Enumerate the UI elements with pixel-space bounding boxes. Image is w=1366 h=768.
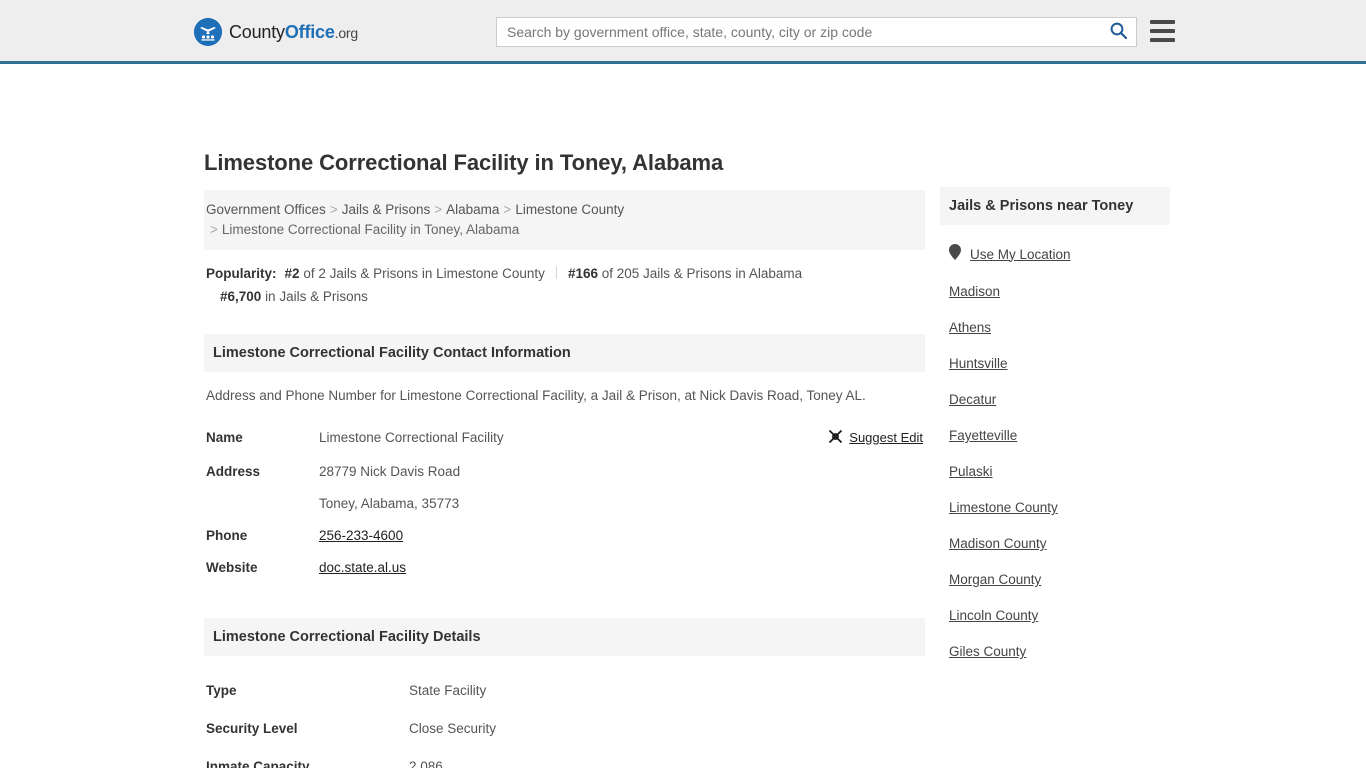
popularity-rank-text: of 2 Jails & Prisons in Limestone County — [303, 266, 545, 281]
breadcrumb-item-alabama[interactable]: Alabama — [446, 202, 499, 217]
details-table: Type State Facility Security Level Close… — [204, 672, 925, 768]
sidebar-item-label: Use My Location — [970, 246, 1071, 262]
menu-bar-1 — [1150, 20, 1175, 24]
map-pin-icon — [949, 244, 961, 265]
logo-tld: .org — [334, 24, 359, 41]
menu-bar-2 — [1150, 29, 1175, 33]
popularity-divider — [555, 266, 557, 279]
sidebar-heading: Jails & Prisons near Toney — [940, 187, 1170, 225]
row-key-phone: Phone — [206, 528, 248, 543]
contact-info-table: Name Limestone Correctional Facility Sug… — [204, 422, 925, 584]
logo-wordmark: CountyOffice.org — [229, 22, 358, 43]
breadcrumb-item-current: Limestone Correctional Facility in Toney… — [221, 222, 520, 237]
suggest-edit-cell: Suggest Edit — [717, 422, 925, 456]
table-row: Name Limestone Correctional Facility Sug… — [204, 422, 925, 456]
logo-word-office: Office — [284, 21, 335, 42]
row-key-address: Address — [206, 464, 261, 479]
row-key-inmate-capacity: Inmate Capacity — [206, 759, 310, 768]
table-row: Type State Facility — [204, 672, 925, 710]
contact-section-heading: Limestone Correctional Facility Contact … — [204, 334, 925, 372]
breadcrumb-item-government-offices[interactable]: Government Offices — [206, 202, 326, 217]
sidebar-item-use-my-location[interactable]: Use My Location — [949, 235, 1170, 274]
sidebar-item-limestone-county[interactable]: Limestone County — [949, 490, 1170, 526]
contact-section-description: Address and Phone Number for Limestone C… — [206, 388, 866, 403]
logo-word-county: County — [229, 21, 285, 42]
popularity-block: Popularity: #2 of 2 Jails & Prisons in Li… — [204, 250, 904, 308]
table-row: Address 28779 Nick Davis Road — [204, 456, 925, 488]
sidebar-item-lincoln-county[interactable]: Lincoln County — [949, 598, 1170, 634]
sidebar-item-madison-county[interactable]: Madison County — [949, 526, 1170, 562]
suggest-edit-label: Suggest Edit — [849, 430, 923, 445]
sidebar-item-decatur[interactable]: Decatur — [949, 382, 1170, 418]
search-button[interactable] — [1100, 18, 1136, 46]
eagle-seal-icon — [194, 18, 222, 46]
phone-link[interactable]: 256-233-4600 — [319, 528, 403, 543]
table-row: Phone 256-233-4600 — [204, 520, 925, 552]
sidebar-item-pulaski[interactable]: Pulaski — [949, 454, 1170, 490]
breadcrumb-separator: > — [503, 202, 512, 217]
search-bar[interactable] — [496, 17, 1137, 47]
sidebar-item-athens[interactable]: Athens — [949, 310, 1170, 346]
row-value-name: Limestone Correctional Facility — [319, 430, 504, 445]
popularity-rank-text: in Jails & Prisons — [265, 289, 368, 304]
site-logo[interactable]: CountyOffice.org — [194, 18, 358, 46]
table-row: Security Level Close Security — [204, 710, 925, 748]
popularity-rank-value: #166 — [567, 266, 598, 281]
row-value-website: doc.state.al.us — [319, 552, 925, 584]
popularity-rank-value: #6,700 — [220, 289, 262, 304]
breadcrumb-item-jails-prisons[interactable]: Jails & Prisons — [342, 202, 431, 217]
row-key-type: Type — [206, 683, 237, 698]
menu-bar-3 — [1150, 38, 1175, 42]
popularity-rank-state: #166 of 205 Jails & Prisons in Alabama — [568, 266, 802, 281]
breadcrumb-separator: > — [329, 202, 338, 217]
sidebar-item-madison[interactable]: Madison — [949, 274, 1170, 310]
row-key-name: Name — [206, 430, 243, 445]
main-content-column: Limestone Correctional Facility in Toney… — [204, 150, 925, 768]
sidebar-item-huntsville[interactable]: Huntsville — [949, 346, 1170, 382]
row-value-address-line2: Toney, Alabama, 35773 — [319, 496, 460, 511]
search-icon — [1110, 22, 1127, 42]
popularity-rank-value: #2 — [284, 266, 300, 281]
row-value-phone: 256-233-4600 — [319, 520, 925, 552]
table-row: Inmate Capacity 2,086 — [204, 748, 925, 768]
table-row: Website doc.state.al.us — [204, 552, 925, 584]
edit-pencil-icon — [828, 429, 843, 450]
popularity-rank-text: of 205 Jails & Prisons in Alabama — [601, 266, 803, 281]
search-input[interactable] — [497, 18, 1100, 46]
row-value-security-level: Close Security — [409, 721, 497, 736]
row-value-inmate-capacity: 2,086 — [409, 759, 443, 768]
sidebar-list: Use My Location Madison Athens Huntsvill… — [940, 225, 1170, 670]
row-value-type: State Facility — [409, 683, 487, 698]
website-link[interactable]: doc.state.al.us — [319, 560, 406, 575]
popularity-label: Popularity: — [206, 266, 277, 281]
details-section-heading: Limestone Correctional Facility Details — [204, 618, 925, 656]
table-row: Toney, Alabama, 35773 — [204, 488, 925, 520]
breadcrumb-item-limestone-county[interactable]: Limestone County — [515, 202, 624, 217]
row-key-security-level: Security Level — [206, 721, 298, 736]
breadcrumb-separator: > — [434, 202, 443, 217]
site-header: CountyOffice.org — [0, 0, 1366, 64]
popularity-rank-national: #6,700 in Jails & Prisons — [220, 289, 368, 304]
sidebar-item-giles-county[interactable]: Giles County — [949, 634, 1170, 670]
sidebar-item-morgan-county[interactable]: Morgan County — [949, 562, 1170, 598]
hamburger-menu-icon[interactable] — [1150, 20, 1175, 42]
sidebar: Jails & Prisons near Toney Use My Locati… — [940, 187, 1170, 670]
sidebar-item-fayetteville[interactable]: Fayetteville — [949, 418, 1170, 454]
page-title: Limestone Correctional Facility in Toney… — [204, 150, 724, 175]
row-key-website: Website — [206, 560, 258, 575]
suggest-edit-button[interactable]: Suggest Edit — [828, 429, 923, 445]
row-value-address-line1: 28779 Nick Davis Road — [319, 464, 461, 479]
popularity-rank-county: #2 of 2 Jails & Prisons in Limestone Cou… — [285, 266, 545, 281]
row-key-spacer — [204, 488, 319, 520]
breadcrumb: Government Offices > Jails & Prisons > Alaba… — [204, 190, 925, 250]
breadcrumb-separator: > — [210, 222, 218, 237]
